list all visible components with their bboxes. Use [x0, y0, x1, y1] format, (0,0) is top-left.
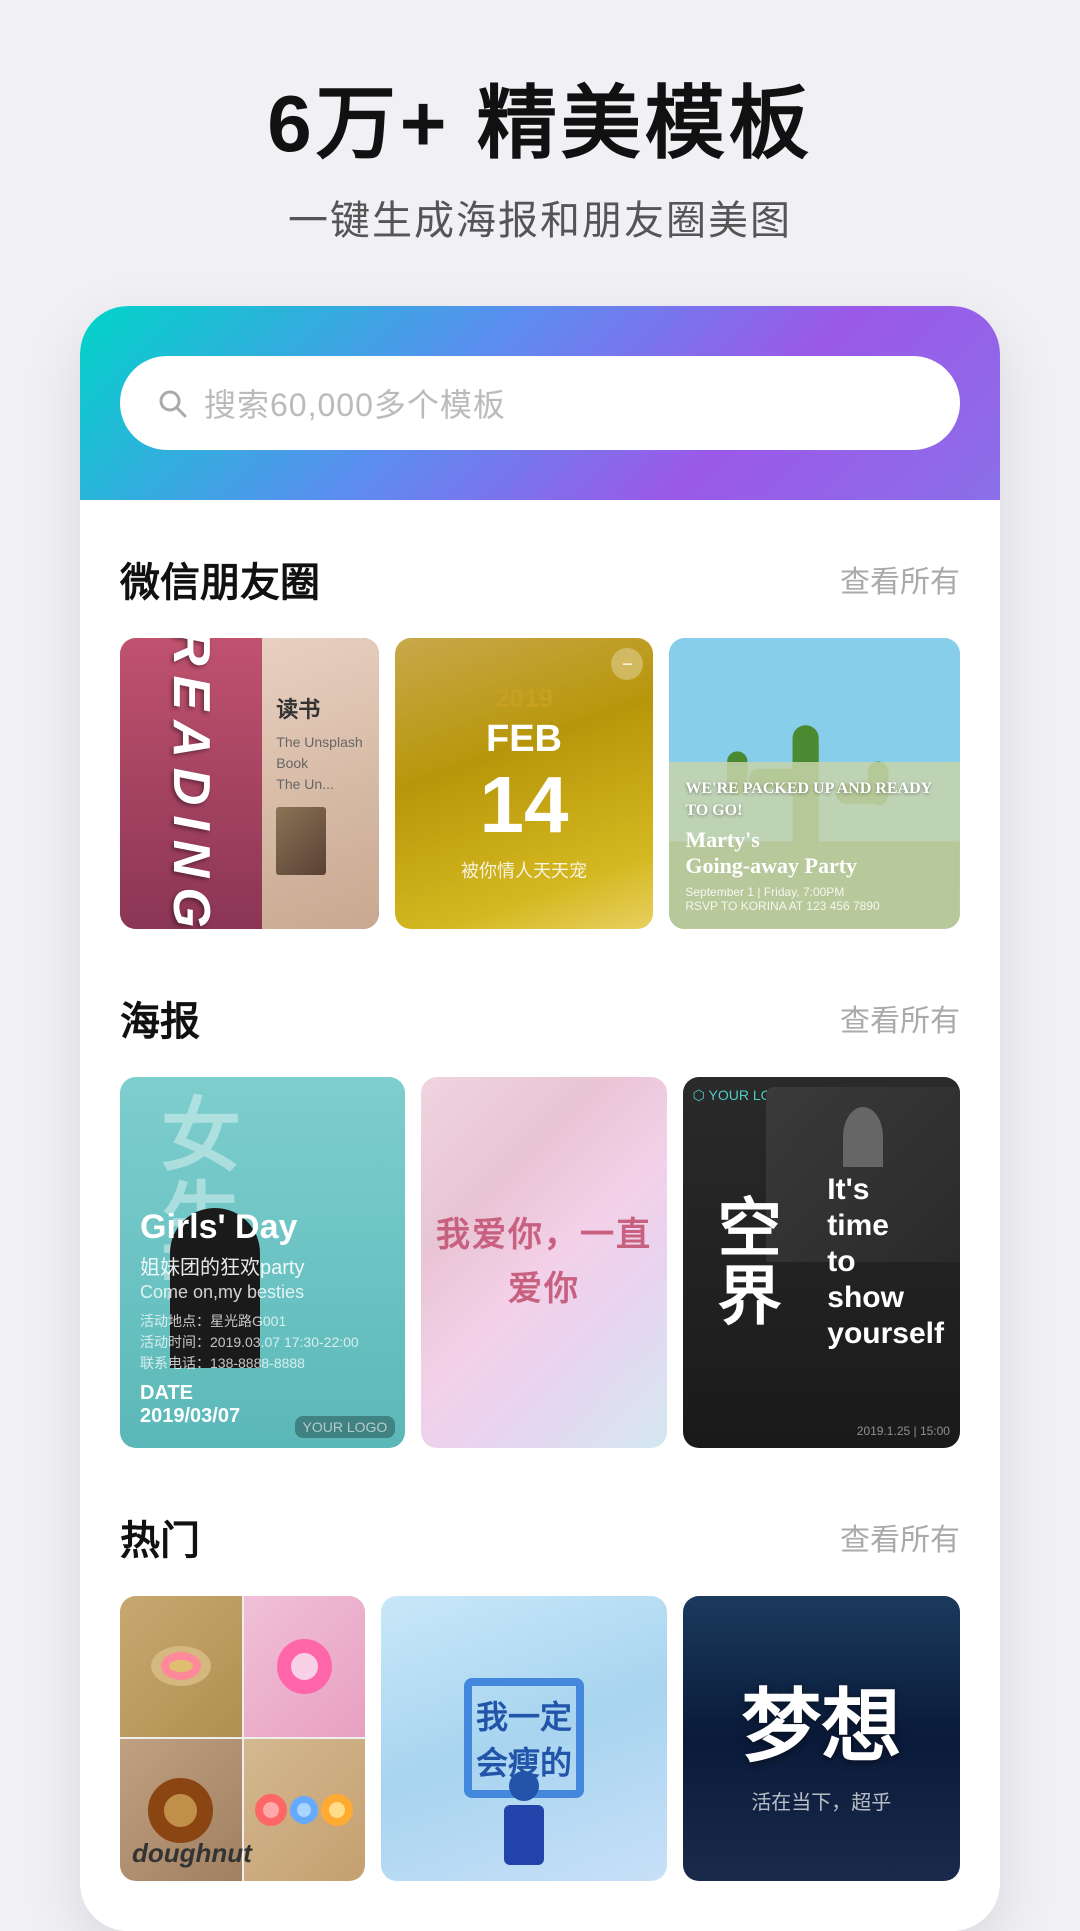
section-more-poster[interactable]: 查看所有	[840, 996, 960, 1040]
mini-donut-1	[255, 1794, 287, 1826]
donut-pink	[277, 1639, 332, 1694]
card-motivation[interactable]: 我一定会瘦的	[381, 1596, 666, 1881]
section-poster: 海报 查看所有 女生节 Girls' Day 姐妹团的狂欢party Come …	[80, 939, 1000, 1458]
card-girls-day[interactable]: 女生节 Girls' Day 姐妹团的狂欢party Come on,my be…	[120, 1077, 405, 1448]
header-subtitle: 一键生成海报和朋友圈美图	[267, 188, 812, 246]
lamp-shape	[843, 1107, 883, 1167]
feb-subtitle: 被你情人天天宠	[461, 857, 587, 883]
girls-tagline: Come on,my besties	[140, 1282, 385, 1303]
card-doughnut[interactable]: doughnut	[120, 1596, 365, 1881]
cactus-party-name: Marty'sGoing-away Party	[685, 827, 944, 879]
search-bar[interactable]: 搜索60,000多个模板	[120, 356, 960, 450]
card-cactus[interactable]: WE'RE PACKED UP AND READY TO GO! Marty's…	[669, 638, 960, 929]
donut-cell-4	[244, 1739, 366, 1881]
reading-subtitle: 读书	[276, 692, 320, 724]
donut-choc	[148, 1778, 213, 1843]
mini-donut-3	[321, 1794, 353, 1826]
search-header: 搜索60,000多个模板	[80, 306, 1000, 500]
space-line4: show	[827, 1280, 944, 1316]
card-dream[interactable]: 梦想 活在当下，超乎	[683, 1596, 960, 1881]
reading-text: READING	[161, 638, 221, 929]
cactus-text-block: WE'RE PACKED UP AND READY TO GO! Marty's…	[669, 762, 960, 929]
space-title-vert: 空界	[699, 1194, 791, 1330]
person-figure	[494, 1771, 554, 1881]
search-icon	[156, 387, 188, 419]
head	[509, 1771, 539, 1801]
girls-text-block: Girls' Day 姐妹团的狂欢party Come on,my bestie…	[140, 1208, 385, 1428]
plate	[151, 1646, 211, 1686]
section-header-hot: 热门 查看所有	[120, 1508, 960, 1566]
header-title: 6万+ 精美模板	[267, 80, 812, 168]
body	[504, 1805, 544, 1865]
page-wrapper: 6万+ 精美模板 一键生成海报和朋友圈美图 搜索60,000多个模板 微信朋友圈…	[0, 0, 1080, 1931]
donut-cell-1	[120, 1596, 242, 1738]
section-header-wechat: 微信朋友圈 查看所有	[120, 550, 960, 608]
feb-month: FEB	[486, 718, 562, 761]
app-card: 搜索60,000多个模板 微信朋友圈 查看所有 READING 读书	[80, 306, 1000, 1931]
space-date: 2019.1.25 | 15:00	[857, 1424, 950, 1438]
feb-year: 2019	[495, 683, 553, 714]
poster-grid: 女生节 Girls' Day 姐妹团的狂欢party Come on,my be…	[120, 1077, 960, 1448]
dream-title: 梦想	[741, 1662, 901, 1778]
feb-day: 14	[480, 765, 569, 845]
doughnut-label: doughnut	[132, 1838, 252, 1869]
card-space[interactable]: ⬡ YOUR LOGO 空界 It's time to show yoursel…	[683, 1077, 960, 1448]
section-title-wechat: 微信朋友圈	[120, 550, 320, 608]
header-section: 6万+ 精美模板 一键生成海报和朋友圈美图	[207, 80, 872, 246]
card-reading[interactable]: READING 读书 The Unsplash BookThe Un...	[120, 638, 379, 929]
section-hot: 热门 查看所有	[80, 1458, 1000, 1891]
girls-title: Girls' Day	[140, 1208, 385, 1247]
wechat-grid: READING 读书 The Unsplash BookThe Un... − …	[120, 638, 960, 929]
reading-desc: The Unsplash BookThe Un...	[276, 732, 364, 795]
donut-top	[161, 1652, 201, 1680]
love-text: 我爱你，一直爱你	[421, 1208, 666, 1317]
space-line1: It's	[827, 1172, 944, 1208]
girls-subtitle: 姐妹团的狂欢party	[140, 1251, 385, 1280]
dream-subtitle: 活在当下，超乎	[751, 1786, 891, 1815]
section-more-wechat[interactable]: 查看所有	[840, 557, 960, 601]
card-love[interactable]: 我爱你，一直爱你	[421, 1077, 666, 1448]
girls-date: DATE2019/03/07	[140, 1382, 385, 1428]
section-title-hot: 热门	[120, 1508, 200, 1566]
girls-details: 活动地点：星光路G001活动时间：2019.03.07 17:30-22:00联…	[140, 1311, 385, 1374]
search-placeholder: 搜索60,000多个模板	[204, 380, 506, 426]
section-header-poster: 海报 查看所有	[120, 989, 960, 1047]
cactus-party-text: WE'RE PACKED UP AND READY TO GO!	[685, 778, 944, 823]
mini-donut-2	[290, 1796, 318, 1824]
space-right-text: It's time to show yourself	[827, 1172, 944, 1352]
space-line3: to	[827, 1244, 944, 1280]
section-title-poster: 海报	[120, 989, 200, 1047]
space-line2: time	[827, 1208, 944, 1244]
hot-grid: doughnut 我一定会瘦的 梦想 活	[120, 1596, 960, 1881]
space-line5: yourself	[827, 1316, 944, 1352]
book-cover	[276, 807, 326, 875]
section-more-hot[interactable]: 查看所有	[840, 1515, 960, 1559]
cactus-party-details: September 1 | Friday, 7:00PMRSVP TO KORI…	[685, 885, 944, 913]
donut-cell-2	[244, 1596, 366, 1738]
card-feb14[interactable]: − 2019 FEB 14 被你情人天天宠	[395, 638, 654, 929]
section-wechat: 微信朋友圈 查看所有 READING 读书 The Unsplash BookT…	[80, 500, 1000, 939]
badge-icon: −	[611, 648, 643, 680]
